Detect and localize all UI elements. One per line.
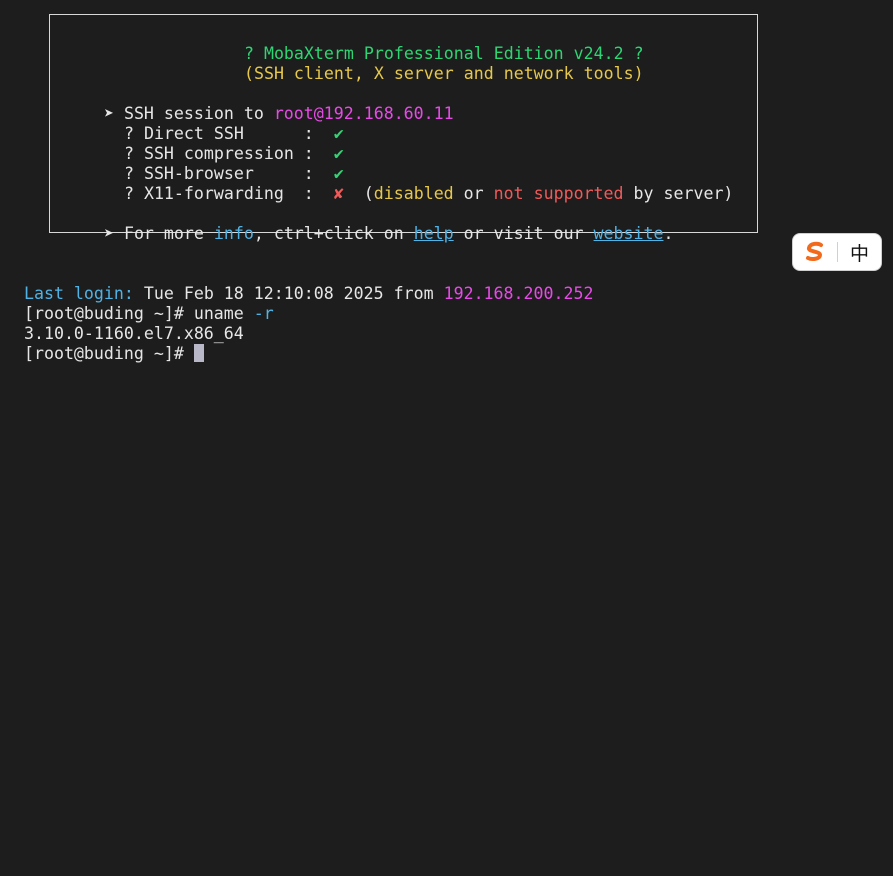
info-text: info <box>213 224 254 243</box>
cross-icon: ✘ <box>333 184 344 203</box>
feature-x11-forwarding: ? X11-forwarding : ✘ (disabled or not su… <box>123 184 734 203</box>
prompt: [root@buding ~]# <box>23 344 194 363</box>
current-prompt-line[interactable]: [root@buding ~]# <box>4 324 204 363</box>
more-info-line: ➤ For more info, ctrl+click on help or v… <box>103 224 674 243</box>
banner-title: ? MobaXterm Professional Edition v24.2 ? <box>243 44 644 63</box>
feature-ssh-browser: ? SSH-browser : ✔ <box>123 164 344 183</box>
command-arg: -r <box>243 304 274 323</box>
command-line: [root@buding ~]# uname -r <box>4 284 274 323</box>
terminal-cursor[interactable] <box>193 344 204 362</box>
banner-subtitle: (SSH client, X server and network tools) <box>243 64 644 83</box>
ime-indicator[interactable]: 中 <box>793 234 881 270</box>
ssh-session-line: ➤ SSH session to root@192.168.60.11 <box>103 104 454 123</box>
sogou-logo-icon[interactable] <box>793 234 837 270</box>
login-ip: 192.168.200.252 <box>443 284 594 303</box>
command-output: 3.10.0-1160.el7.x86_64 <box>23 324 244 343</box>
welcome-banner: ? MobaXterm Professional Edition v24.2 ?… <box>49 14 758 243</box>
ime-language-toggle[interactable]: 中 <box>838 239 881 266</box>
last-login-line: Last login: Tue Feb 18 12:10:08 2025 fro… <box>23 284 594 303</box>
feature-ssh-compression: ? SSH compression : ✔ <box>123 144 344 163</box>
help-link[interactable]: help <box>414 224 454 243</box>
website-link[interactable]: website <box>594 224 664 243</box>
feature-direct-ssh: ? Direct SSH : ✔ <box>123 124 344 143</box>
